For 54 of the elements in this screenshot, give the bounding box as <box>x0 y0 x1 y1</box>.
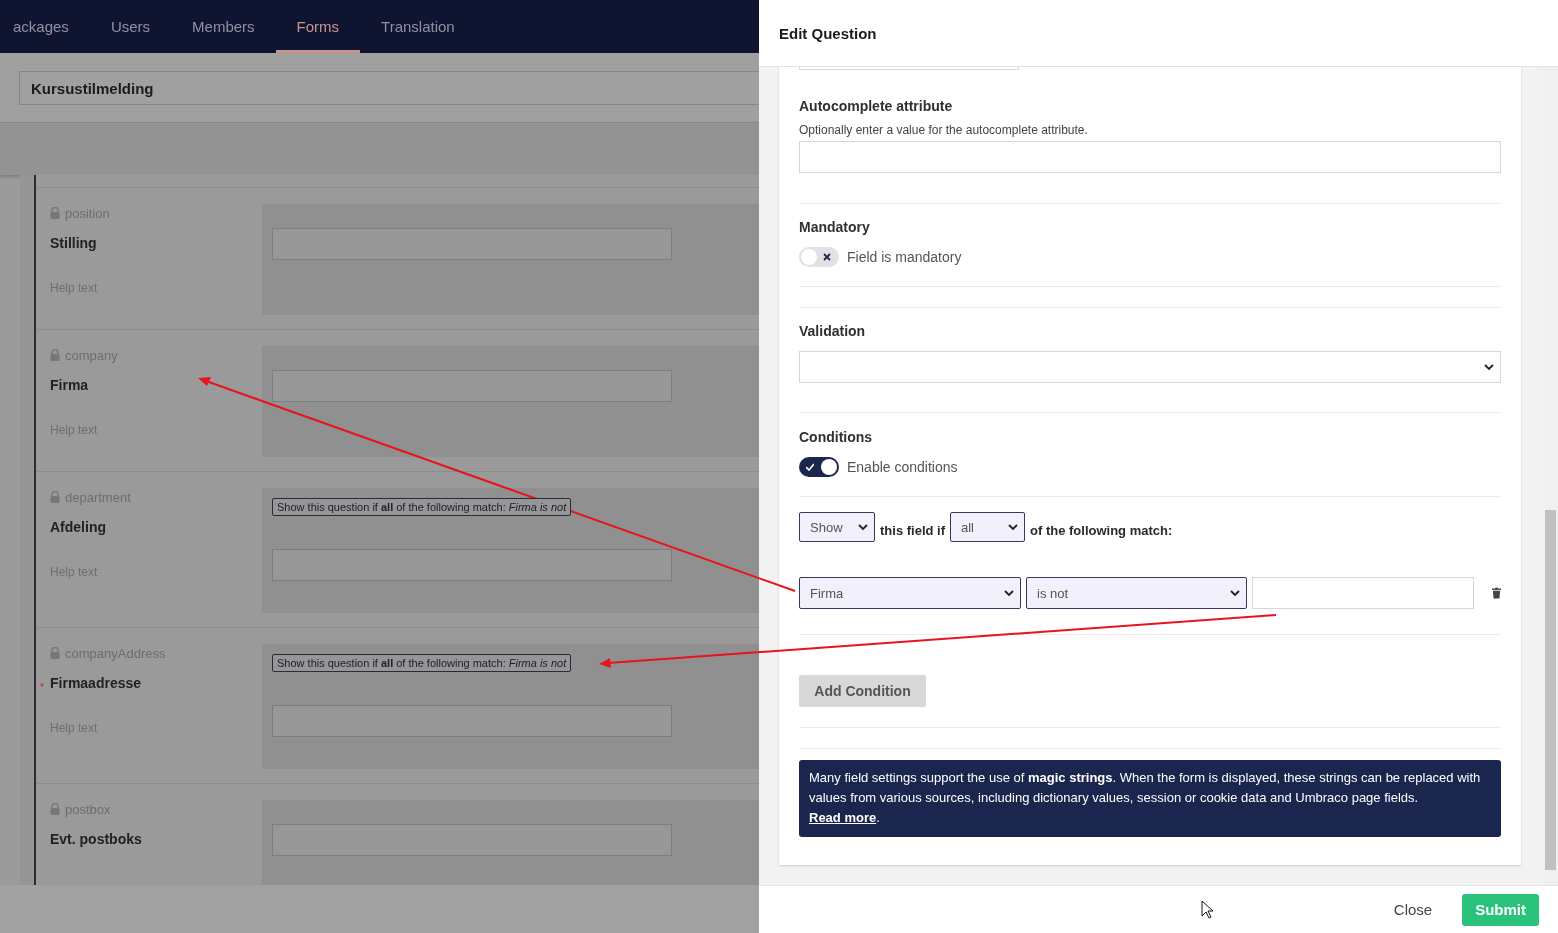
trash-icon[interactable] <box>1492 587 1501 599</box>
toggle-label: Enable conditions <box>847 459 958 475</box>
condition-note: Show this question if all of the following match: Firma is not <box>272 654 572 672</box>
section-label: Conditions <box>799 429 874 445</box>
operator-select[interactable]: is not <box>1026 577 1247 609</box>
required-mark: * <box>40 682 44 693</box>
nav-tab[interactable]: Users <box>89 0 172 53</box>
field-label: Firma <box>50 377 90 393</box>
conditions-toggle[interactable] <box>799 457 839 477</box>
text-input[interactable] <box>272 824 672 856</box>
lock-icon <box>50 647 60 659</box>
lock-icon <box>50 349 60 361</box>
mandatory-toggle[interactable] <box>799 247 839 267</box>
nav-tab[interactable]: ackages <box>0 0 90 53</box>
field-label: Afdeling <box>50 519 107 535</box>
text-input[interactable] <box>272 228 672 260</box>
form-title-field[interactable]: Kursustilmelding <box>19 71 759 105</box>
chevron-down-icon <box>1008 523 1018 531</box>
text-input[interactable] <box>272 705 672 737</box>
field-select[interactable]: Firma <box>799 577 1021 609</box>
text-input[interactable] <box>272 370 672 402</box>
field-label: Stilling <box>50 235 98 251</box>
section-label: Validation <box>799 323 867 339</box>
section-label: Autocomplete attribute <box>799 98 954 114</box>
close-button[interactable]: Close <box>1387 900 1439 919</box>
text-input[interactable] <box>272 549 672 581</box>
logic-select[interactable]: all <box>950 512 1025 542</box>
info-text: Many field settings support the use of magic strings. When the form is displayed, these strings can be replaced with values from various sources, including dictionary values, session or cookie data and Umbraco page fields. Read more. <box>799 760 1501 837</box>
lock-icon <box>50 207 60 219</box>
validation-select[interactable] <box>799 351 1501 383</box>
toggle-label: Field is mandatory <box>847 249 962 265</box>
cursor-icon <box>1200 900 1214 919</box>
field-label: Firmaadresse <box>50 675 143 691</box>
check-icon <box>806 463 814 471</box>
panel-title: Edit Question <box>779 24 877 42</box>
autocomplete-input[interactable] <box>799 141 1501 173</box>
chevron-down-icon <box>1004 589 1014 597</box>
section-label: Mandatory <box>799 219 871 235</box>
field-label: Evt. postboks <box>50 831 143 847</box>
chevron-down-icon <box>1484 363 1494 371</box>
condition-text: this field if <box>880 522 945 538</box>
nav-tab[interactable]: Members <box>171 0 276 53</box>
chevron-down-icon <box>1230 589 1240 597</box>
chevron-down-icon <box>858 523 868 531</box>
condition-note: Show this question if all of the following match: Firma is not <box>272 498 572 516</box>
nav-tab[interactable]: Translation <box>360 0 476 53</box>
condition-text: of the following match: <box>1030 522 1173 538</box>
x-icon <box>823 253 831 261</box>
action-select[interactable]: Show <box>799 512 875 542</box>
lock-icon <box>50 491 60 503</box>
value-input[interactable] <box>1252 577 1474 609</box>
lock-icon <box>50 803 60 815</box>
add-condition-button[interactable]: Add Condition <box>799 675 926 707</box>
field-description: Optionally enter a value for the autocomplete attribute. <box>799 123 1089 137</box>
